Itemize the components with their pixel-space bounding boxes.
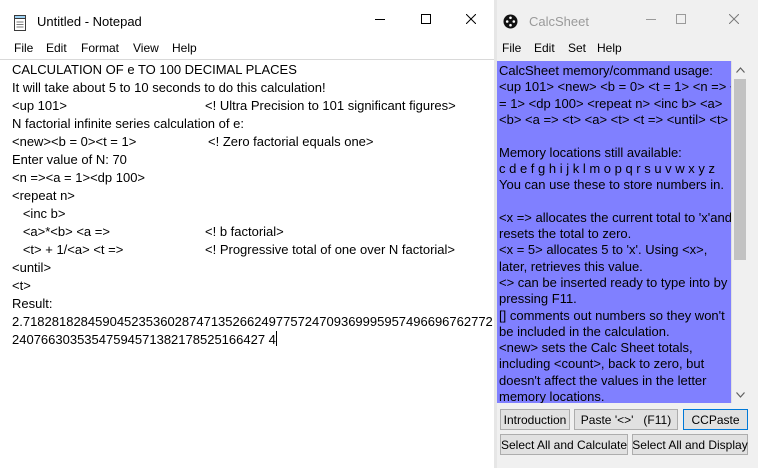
text-line: 2.71828182845904523536028747135266249775… [12, 313, 493, 331]
select-all-display-button[interactable]: Select All and Display [632, 434, 748, 455]
help-line: <> can be inserted ready to type into by [499, 274, 728, 290]
text-line: <a>*<b> <a => <! b factorial> [12, 223, 284, 241]
menu-set[interactable]: Set [568, 41, 586, 55]
help-line: memory locations. [499, 389, 605, 403]
minimize-icon [646, 19, 656, 20]
menu-view[interactable]: View [133, 41, 159, 55]
text-cursor [275, 331, 277, 346]
help-line: pressing F11. [499, 291, 577, 307]
scroll-up-button[interactable] [732, 61, 749, 78]
calcsheet-icon [503, 14, 518, 29]
line-code: Result: [12, 296, 53, 311]
calcsheet-text-area[interactable]: CalcSheet memory/command usage: <up 101> … [497, 61, 731, 403]
help-line: doesn't affect the values in the letter [499, 372, 707, 388]
vertical-scrollbar[interactable] [731, 61, 748, 403]
menu-format[interactable]: Format [81, 41, 119, 55]
line-code: <until> [12, 260, 52, 275]
calcsheet-window: CalcSheet File Edit Set Help CalcSheet m… [497, 0, 758, 468]
notepad-text-area[interactable]: CALCULATION OF e TO 100 DECIMAL PLACES It… [0, 59, 494, 468]
text-line: Enter value of N: 70 [12, 151, 127, 169]
close-icon [729, 14, 739, 24]
line-code: 24076630353547594571382178525166427 4 [12, 331, 277, 347]
notepad-titlebar[interactable]: Untitled - Notepad [0, 0, 494, 38]
minimize-button[interactable] [357, 0, 403, 38]
close-icon [466, 14, 476, 24]
notepad-icon [13, 15, 27, 31]
line-code: <inc b> [12, 206, 66, 221]
line-comment: <! b factorial> [205, 224, 284, 239]
paste-button[interactable]: Paste '<>' (F11) [574, 409, 678, 430]
menu-file[interactable]: File [502, 41, 521, 55]
calcsheet-titlebar[interactable]: CalcSheet [497, 0, 758, 38]
help-line: <x = 5> allocates 5 to 'x'. Using <x>, [499, 242, 708, 258]
help-line: <b> <a => <t> <a> <t> <t => <until> <t> [499, 111, 729, 127]
line-code: <t> [12, 278, 31, 293]
line-code: <repeat n> [12, 188, 75, 203]
maximize-icon [676, 14, 686, 24]
text-line: <t> [12, 277, 31, 295]
text-line: <t> + 1/<a> <t => <! Progressive total of… [12, 241, 455, 259]
notepad-menubar: File Edit Format View Help [0, 38, 494, 59]
line-code: <a>*<b> <a => [12, 224, 110, 239]
text-line: <up 101> <! Ultra Precision to 101 signif… [12, 97, 456, 115]
text-line: <repeat n> [12, 187, 75, 205]
calcsheet-maximize-button[interactable] [658, 0, 704, 38]
menu-edit[interactable]: Edit [534, 41, 555, 55]
help-line: be included in the calculation. [499, 323, 670, 339]
line-code: <t> + 1/<a> <t => [12, 242, 124, 257]
notepad-window: Untitled - Notepad File Edit Format View… [0, 0, 494, 468]
ccpaste-button[interactable]: CCPaste [683, 409, 748, 430]
line-comment: <! Ultra Precision to 101 significant fi… [205, 98, 456, 113]
help-line: c d e f g h i j k l m o p q r s u v w x … [499, 160, 716, 176]
menu-help[interactable]: Help [172, 41, 197, 55]
text-line: Result: [12, 295, 52, 313]
line-code: N factorial infinite series calculation … [12, 116, 244, 131]
line-code: <new><b = 0><t = 1> [12, 134, 137, 149]
help-line: later, retrieves this value. [499, 258, 643, 274]
introduction-button[interactable]: Introduction [500, 409, 570, 430]
menu-help[interactable]: Help [597, 41, 622, 55]
line-code: CALCULATION OF e TO 100 DECIMAL PLACES [12, 62, 297, 77]
scroll-down-button[interactable] [732, 386, 749, 403]
text-line: <n =><a = 1><dp 100> [12, 169, 145, 187]
text-line: <inc b> [12, 205, 66, 223]
text-line: It will take about 5 to 10 seconds to do… [12, 79, 326, 97]
line-code: <up 101> [12, 98, 67, 113]
calcsheet-title: CalcSheet [529, 14, 589, 29]
select-all-calculate-button[interactable]: Select All and Calculate [500, 434, 628, 455]
text-line: <until> [12, 259, 51, 277]
minimize-icon [375, 19, 385, 20]
help-line: including <count>, back to zero, but [499, 356, 705, 372]
menu-edit[interactable]: Edit [46, 41, 67, 55]
chevron-up-icon [736, 66, 745, 73]
help-line: CalcSheet memory/command usage: [499, 63, 713, 78]
line-code: It will take about 5 to 10 seconds to do… [12, 80, 326, 95]
menu-file[interactable]: File [14, 41, 33, 55]
help-line: <x => allocates the current total to 'x'… [499, 209, 731, 225]
help-line: Memory locations still available: [499, 144, 682, 160]
chevron-down-icon [736, 391, 745, 398]
help-line: <up 101> <new> <b = 0> <t = 1> <n => <a [499, 79, 731, 95]
window-title: Untitled - Notepad [37, 14, 142, 29]
close-button[interactable] [448, 0, 494, 38]
line-code: Enter value of N: 70 [12, 152, 127, 167]
maximize-icon [421, 14, 431, 24]
line-comment: <! Progressive total of one over N facto… [205, 242, 456, 257]
text-line: 24076630353547594571382178525166427 4 [12, 331, 277, 349]
scroll-thumb[interactable] [734, 79, 746, 260]
text-line: <new><b = 0><t = 1> <! Zero factorial equ… [12, 133, 374, 151]
help-line: You can use these to store numbers in. [499, 177, 724, 193]
calcsheet-menubar: File Edit Set Help [497, 38, 758, 59]
maximize-button[interactable] [403, 0, 449, 38]
help-line: resets the total to zero. [499, 226, 632, 241]
help-line: [] comments out numbers so they won't [499, 307, 725, 323]
text-line: N factorial infinite series calculation … [12, 115, 244, 133]
calcsheet-close-button[interactable] [711, 0, 757, 38]
line-code: 2.71828182845904523536028747135266249775… [12, 314, 493, 329]
help-line: <new> sets the Calc Sheet totals, [499, 340, 693, 356]
line-code: <n =><a = 1><dp 100> [12, 170, 146, 185]
line-comment: <! Zero factorial equals one> [208, 134, 374, 149]
text-line: CALCULATION OF e TO 100 DECIMAL PLACES [12, 61, 297, 79]
help-line: = 1> <dp 100> <repeat n> <inc b> <a> [499, 95, 723, 111]
